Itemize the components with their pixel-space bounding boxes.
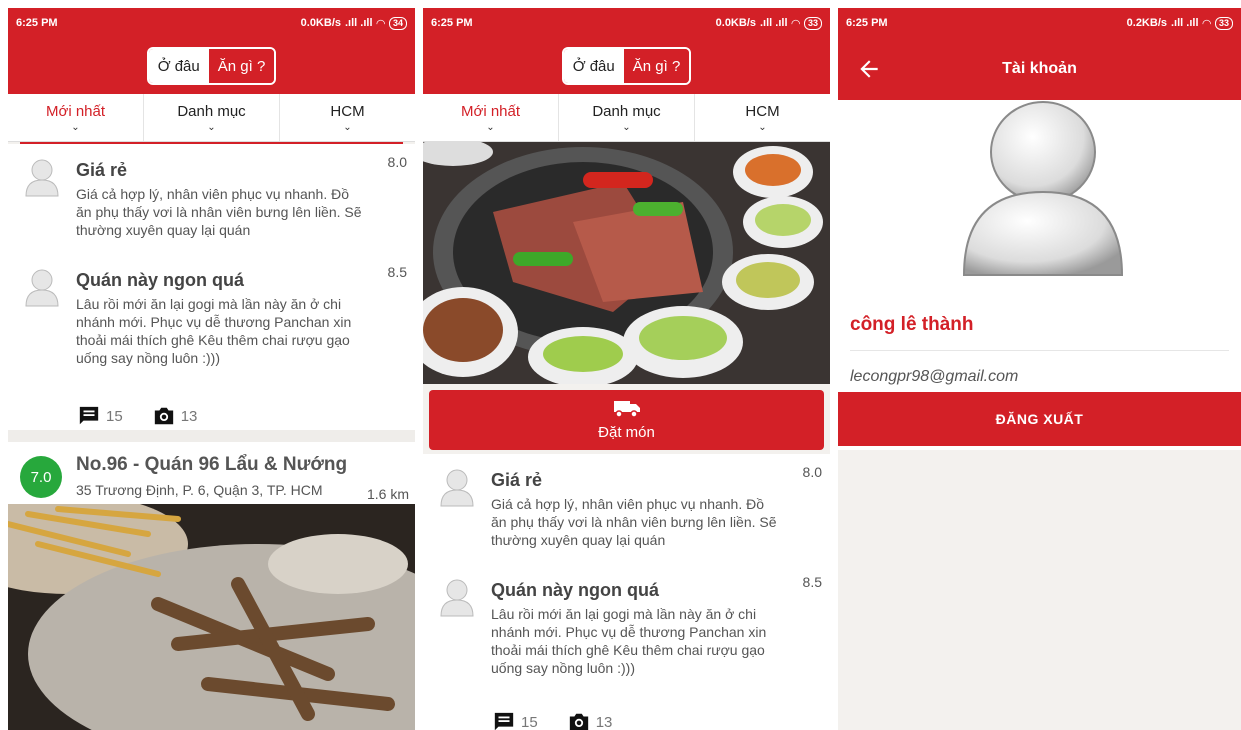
wifi-icon: ◠ [791,17,800,30]
user-email: lecongpr98@gmail.com [850,368,1019,385]
signal-icon: .ıll .ıll [345,17,373,29]
network-speed: 0.0KB/s [715,17,756,29]
signal-icon: .ıll .ıll [1171,17,1199,29]
photo-count: 13 [595,713,613,730]
review-title: Quán này ngon quá [76,270,245,290]
review-item: Giá rẻ Giá cả hợp lý, nhân viên phục vụ … [8,144,415,254]
place-distance: 1.6 km [366,486,409,502]
review-score: 8.0 [387,154,407,170]
profile-section: công lê thành lecongpr98@gmail.com ĐĂNG … [838,100,1241,450]
review-title: Quán này ngon quá [491,580,660,600]
chevron-down-icon: ⌄ [758,121,767,133]
comment-icon[interactable] [78,405,100,427]
review-card[interactable]: Giá rẻ Giá cả hợp lý, nhân viên phục vụ … [8,144,415,430]
order-button[interactable]: Đặt món [429,390,824,450]
review-stats: 15 13 [423,702,830,730]
rating-badge: 7.0 [20,456,62,498]
review-body: Lâu rồi mới ăn lại gogi mà lần này ăn ở … [76,296,352,366]
status-bar: 6:25 PM 0.0KB/s .ıll .ıll ◠ 34 [8,8,415,38]
wifi-icon: ◠ [376,17,385,30]
comment-count: 15 [106,407,123,425]
place-photo[interactable] [423,142,830,384]
chevron-down-icon: ⌄ [71,121,80,133]
review-body: Lâu rồi mới ăn lại gogi mà lần này ăn ở … [491,606,767,676]
battery-icon: 33 [803,16,822,30]
user-avatar-icon [25,269,59,307]
photo-count: 13 [180,407,198,425]
mode-toggle: Ở đâu Ăn gì ? [561,47,692,85]
tab-category[interactable]: Danh mục ⌄ [144,94,280,141]
chevron-down-icon: ⌄ [486,121,495,133]
review-item: Quán này ngon quá Lâu rồi mới ăn lại gog… [423,564,830,702]
back-arrow-icon[interactable] [856,56,882,82]
chevron-down-icon: ⌄ [343,121,352,133]
battery-icon: 33 [1214,16,1233,30]
toggle-what[interactable]: Ăn gì ? [208,49,275,83]
toggle-where[interactable]: Ở đâu [148,49,209,83]
profile-avatar-icon[interactable] [958,100,1128,280]
network-speed: 0.0KB/s [300,17,341,29]
logout-button[interactable]: ĐĂNG XUẤT [838,392,1241,446]
delivery-truck-icon [613,400,640,418]
tab-newest[interactable]: Mới nhất ⌄ [8,94,144,141]
app-bar: Ở đâu Ăn gì ? [423,38,830,94]
camera-icon[interactable] [153,405,175,427]
toggle-where[interactable]: Ở đâu [563,49,624,83]
place-photo[interactable] [8,504,415,730]
review-title: Giá rẻ [76,160,128,180]
status-bar: 6:25 PM 0.2KB/s .ıll .ıll ◠ 33 [838,8,1241,38]
status-bar: 6:25 PM 0.0KB/s .ıll .ıll ◠ 33 [423,8,830,38]
comment-icon[interactable] [493,711,515,730]
tab-city[interactable]: HCM ⌄ [280,94,415,141]
user-avatar-icon [25,159,59,197]
signal-icon: .ıll .ıll [760,17,788,29]
review-title: Giá rẻ [491,470,543,490]
filter-tabs: Mới nhất ⌄ Danh mục ⌄ HCM ⌄ [8,94,415,142]
screen-home-list: 6:25 PM 0.0KB/s .ıll .ıll ◠ 34 Ở đâu Ăn … [8,8,415,730]
page-title: Tài khoản [1002,60,1077,77]
app-bar: Ở đâu Ăn gì ? [8,38,415,94]
user-name: công lê thành [850,314,974,335]
divider [850,350,1229,351]
place-address: 35 Trương Định, P. 6, Quận 3, TP. HCM [76,482,323,498]
review-item: Quán này ngon quá Lâu rồi mới ăn lại gog… [8,254,415,396]
review-body: Giá cả hợp lý, nhân viên phục vụ nhanh. … [76,186,362,238]
screen-place-detail: 6:25 PM 0.0KB/s .ıll .ıll ◠ 33 Ở đâu Ăn … [423,8,830,730]
status-time: 6:25 PM [431,17,473,29]
review-item: Giá rẻ Giá cả hợp lý, nhân viên phục vụ … [423,454,830,564]
camera-icon[interactable] [568,711,590,730]
filter-tabs: Mới nhất ⌄ Danh mục ⌄ HCM ⌄ [423,94,830,142]
toggle-what[interactable]: Ăn gì ? [623,49,690,83]
review-stats: 15 13 [8,396,415,436]
review-score: 8.0 [802,464,822,480]
review-card[interactable]: Giá rẻ Giá cả hợp lý, nhân viên phục vụ … [423,454,830,730]
order-label: Đặt món [598,423,655,441]
status-time: 6:25 PM [846,17,888,29]
network-speed: 0.2KB/s [1126,17,1167,29]
comment-count: 15 [521,713,538,730]
account-app-bar: Tài khoản [838,38,1241,100]
status-time: 6:25 PM [16,17,58,29]
mode-toggle: Ở đâu Ăn gì ? [146,47,277,85]
tab-category[interactable]: Danh mục ⌄ [559,94,695,141]
place-item[interactable]: 7.0 No.96 - Quán 96 Lẩu & Nướng 35 Trươn… [8,442,415,504]
user-avatar-icon [440,579,474,617]
screen-account: 6:25 PM 0.2KB/s .ıll .ıll ◠ 33 Tài khoản [838,8,1241,730]
tab-newest[interactable]: Mới nhất ⌄ [423,94,559,141]
battery-icon: 34 [388,16,407,30]
wifi-icon: ◠ [1202,17,1211,30]
review-score: 8.5 [387,264,407,280]
user-avatar-icon [440,469,474,507]
review-body: Giá cả hợp lý, nhân viên phục vụ nhanh. … [491,496,777,548]
place-name: No.96 - Quán 96 Lẩu & Nướng [76,454,348,475]
review-score: 8.5 [802,574,822,590]
chevron-down-icon: ⌄ [622,121,631,133]
tab-city[interactable]: HCM ⌄ [695,94,830,141]
chevron-down-icon: ⌄ [207,121,216,133]
